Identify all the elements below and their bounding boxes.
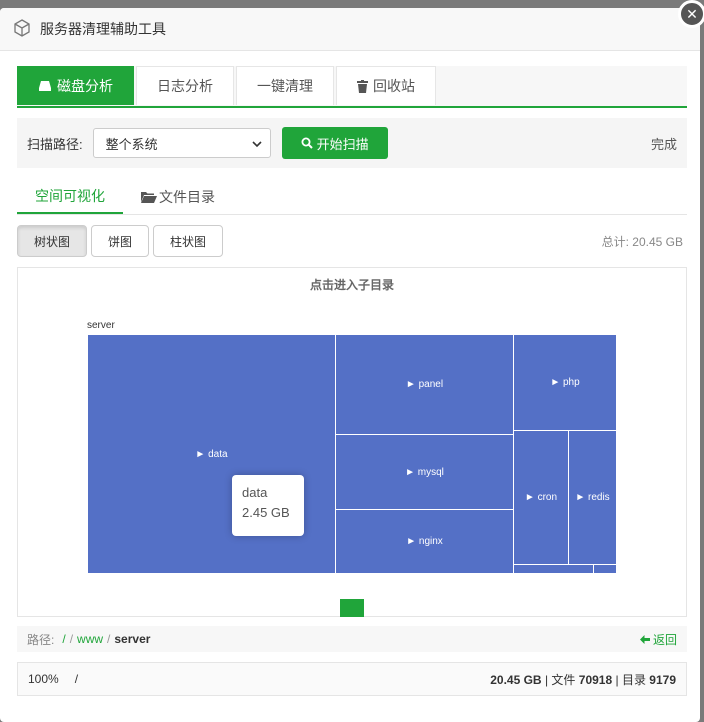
scan-path-value: 整个系统 [105, 136, 158, 152]
pie-button[interactable]: 饼图 [91, 225, 150, 257]
zoom-level: 100% [28, 672, 59, 686]
chart-hint: 点击进入子目录 [309, 278, 394, 292]
tab-file-directory[interactable]: 文件目录 [123, 180, 233, 214]
files-count: 70918 [578, 672, 613, 687]
treemap-node-cron[interactable]: ► cron [513, 430, 569, 565]
treemap-node-panel[interactable]: ► panel [335, 334, 514, 435]
window-title: 服务器清理辅助工具 [40, 21, 166, 37]
chart-type-buttons: 树状图 饼图 柱状图 [17, 225, 227, 257]
tab-log-analysis[interactable]: 日志分析 [136, 66, 234, 105]
treemap-root-label: server [87, 320, 115, 331]
node-label: ► redis [575, 492, 610, 503]
path-segment-www[interactable]: www [77, 632, 103, 646]
start-scan-label: 开始扫描 [316, 136, 369, 152]
folder-open-icon [141, 191, 157, 203]
files-label: 文件 [551, 672, 576, 687]
node-label: ► mysql [405, 466, 444, 478]
treemap-chart: 点击进入子目录 server ► data ► panel ► php ► my… [17, 267, 687, 617]
tab-space-visualization[interactable]: 空间可视化 [17, 180, 123, 214]
bar-button[interactable]: 柱状图 [153, 225, 224, 257]
treemap-breadcrumb-marker[interactable] [340, 599, 364, 617]
node-label: ► php [550, 377, 580, 388]
tab-label: 磁盘分析 [57, 78, 113, 94]
tab-recycle-bin[interactable]: 回收站 [336, 66, 436, 105]
treemap-node-redis[interactable]: ► redis [568, 430, 617, 565]
title-bar: 服务器清理辅助工具 [0, 8, 700, 51]
dirs-label: 目录 [621, 672, 646, 687]
view-button-label: 饼图 [108, 234, 133, 249]
footer-stats: 20.45 GB | 文件 70918 | 目录 9179 [490, 672, 676, 687]
tab-label: 一键清理 [257, 78, 313, 94]
path-separator: / [107, 632, 111, 646]
view-subtabs: 空间可视化 文件目录 [17, 180, 687, 215]
status-footer: 100% / 20.45 GB | 文件 70918 | 目录 9179 [17, 662, 687, 696]
treemap-button[interactable]: 树状图 [17, 225, 88, 257]
back-button[interactable]: 返回 [639, 631, 677, 648]
path-label: 路径: [27, 632, 55, 647]
path-segment-root[interactable]: / [62, 632, 65, 646]
tab-label: 日志分析 [157, 78, 213, 94]
tooltip-value: 2.45 GB [242, 505, 290, 520]
path-segment-current: server [114, 632, 151, 646]
trash-icon [357, 79, 368, 93]
scan-status: 完成 [650, 136, 677, 152]
arrow-left-icon [639, 634, 650, 644]
tab-one-click-clean[interactable]: 一键清理 [236, 66, 334, 105]
path-bar: 路径: / / www / server 返回 [17, 626, 687, 652]
tab-disk-analysis[interactable]: 磁盘分析 [17, 66, 134, 105]
view-button-label: 柱状图 [170, 234, 207, 249]
scan-bar: 扫描路径: 整个系统 开始扫描 完成 [17, 118, 687, 168]
footer-size: 20.45 GB [490, 672, 542, 687]
scan-path-select[interactable]: 整个系统 [92, 128, 271, 158]
search-icon [301, 137, 313, 149]
disk-icon [38, 80, 52, 92]
treemap-node-nginx[interactable]: ► nginx [335, 509, 514, 574]
back-label: 返回 [652, 632, 677, 647]
close-icon: ✕ [686, 5, 698, 22]
tab-label: 回收站 [373, 78, 415, 94]
view-button-label: 树状图 [34, 234, 71, 249]
node-label: ► nginx [406, 536, 443, 547]
subtab-label: 文件目录 [159, 189, 215, 205]
node-label: ► data [195, 448, 228, 460]
chevron-down-icon [252, 136, 262, 151]
tooltip-name: data [242, 485, 268, 500]
total-size: 总计: 20.45 GB [601, 235, 683, 249]
footer-path: / [74, 672, 79, 686]
close-button[interactable]: ✕ [678, 0, 704, 28]
node-label: ► panel [405, 379, 444, 390]
treemap-node-data[interactable]: ► data [87, 334, 336, 574]
node-label: ► cron [524, 492, 558, 503]
main-tabs: 磁盘分析 日志分析 一键清理 回收站 [17, 66, 687, 108]
path-separator: / [69, 632, 74, 646]
treemap-node-small[interactable] [593, 564, 617, 574]
scan-path-label: 扫描路径: [27, 136, 83, 152]
treemap-node-small[interactable] [513, 564, 594, 574]
treemap-node-mysql[interactable]: ► mysql [335, 434, 514, 510]
treemap-node-php[interactable]: ► php [513, 334, 617, 431]
dirs-count: 9179 [649, 672, 676, 687]
start-scan-button[interactable]: 开始扫描 [281, 127, 388, 159]
dialog: 服务器清理辅助工具 ✕ 磁盘分析 日志分析 一键清理 回收站 扫描路径: 整个系… [0, 0, 704, 722]
cube-icon [12, 18, 32, 41]
treemap-tooltip: data 2.45 GB [232, 475, 304, 536]
subtab-label: 空间可视化 [35, 188, 105, 204]
